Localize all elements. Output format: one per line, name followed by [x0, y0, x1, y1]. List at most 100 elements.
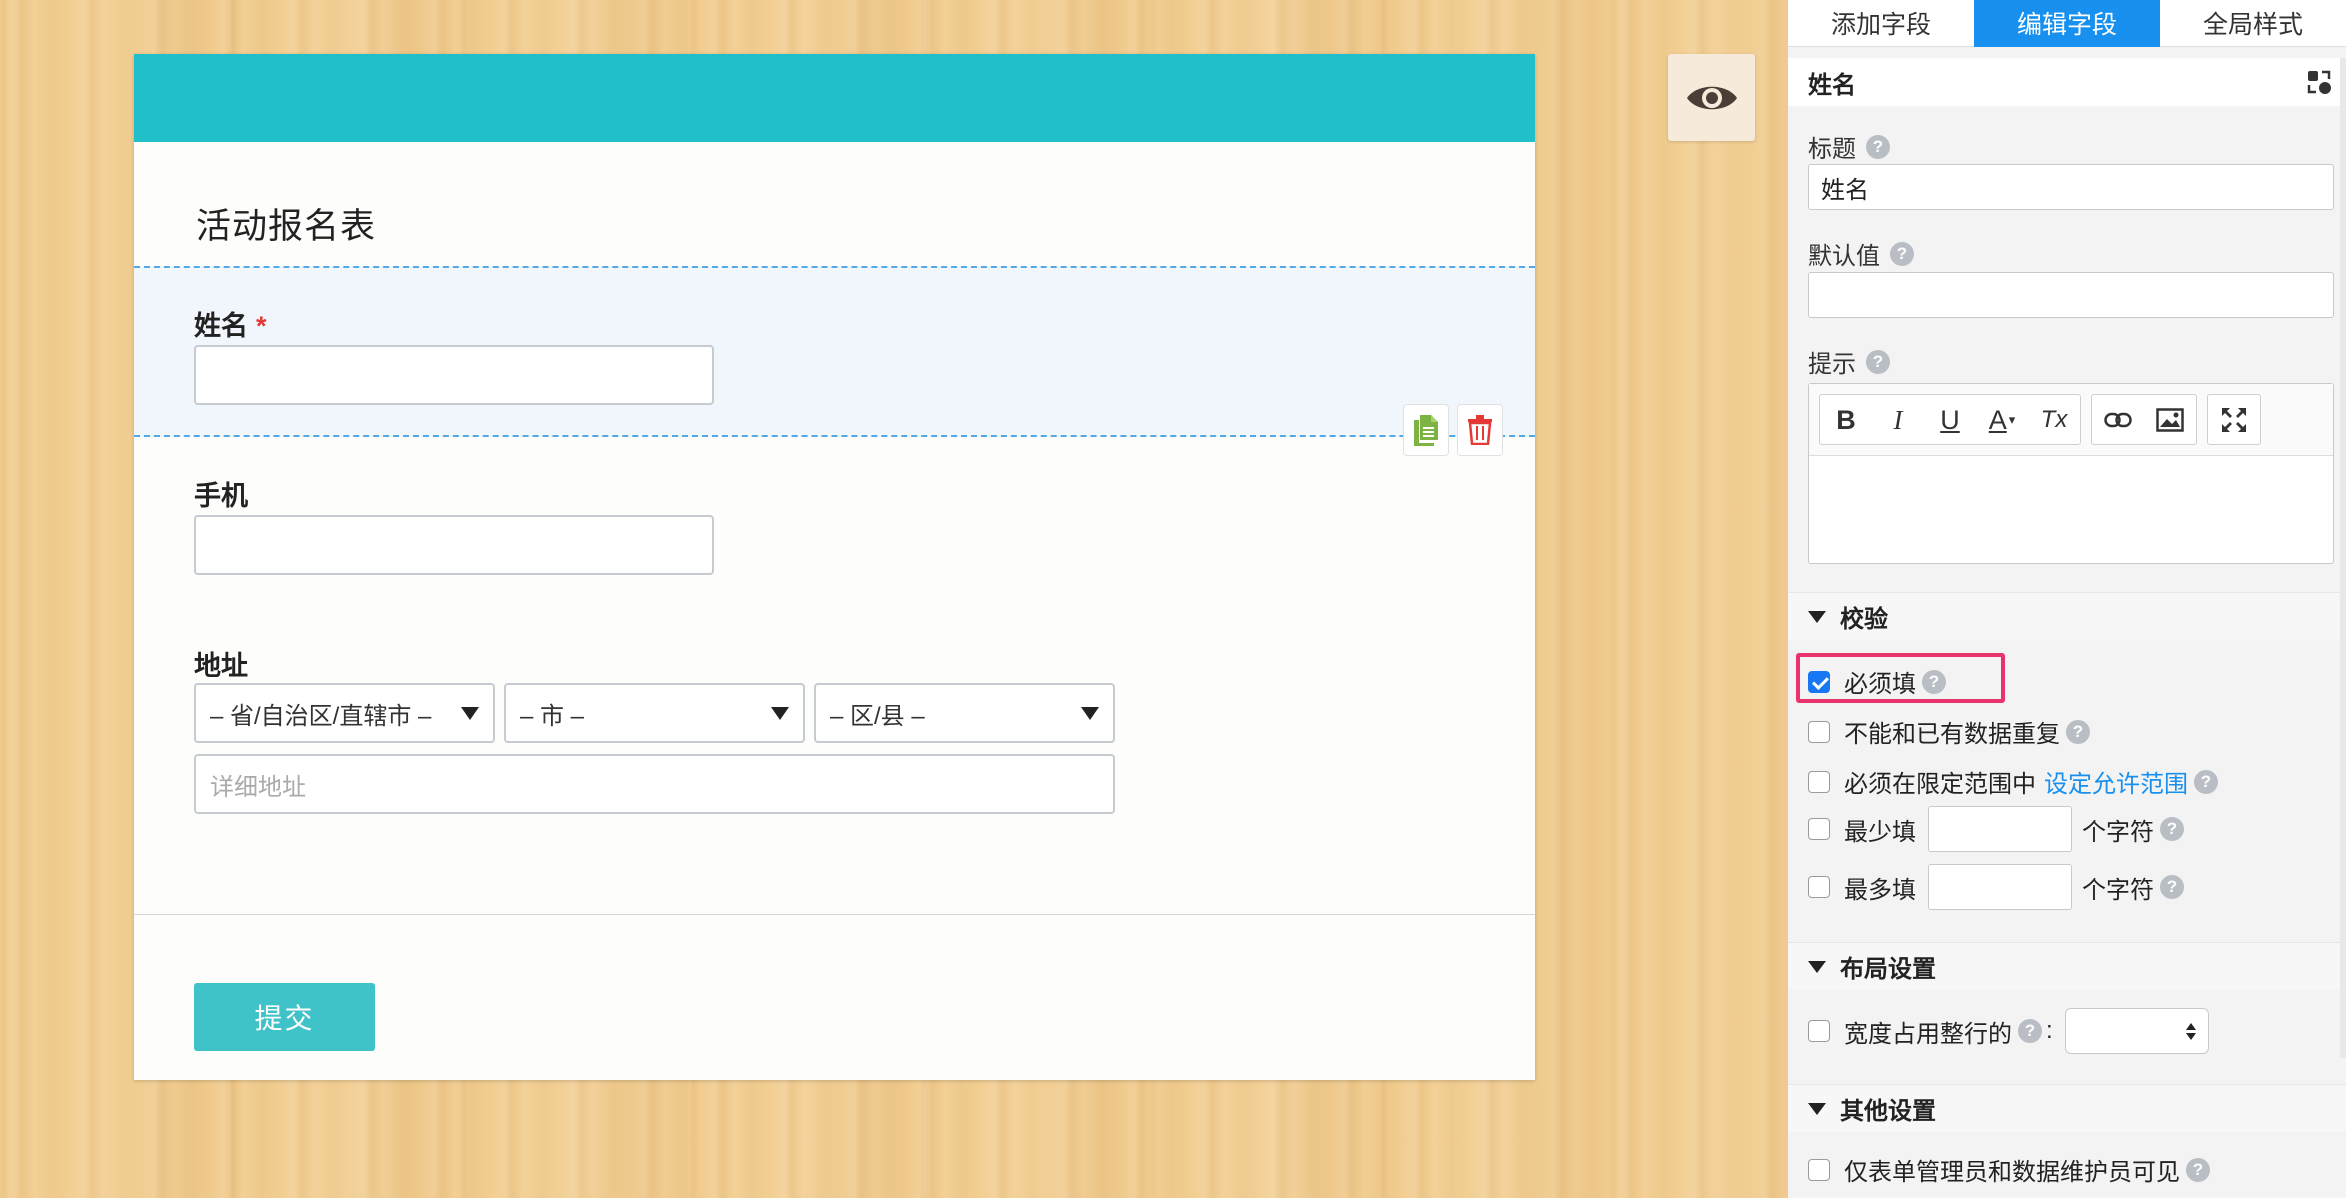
- fullscreen-button[interactable]: [2208, 395, 2260, 445]
- italic-button[interactable]: I: [1872, 395, 1924, 445]
- font-color-button[interactable]: A ▾: [1976, 395, 2028, 445]
- panel-scrollbar[interactable]: [2340, 58, 2346, 1058]
- help-icon[interactable]: ?: [2186, 1157, 2210, 1182]
- help-icon[interactable]: ?: [2160, 817, 2184, 841]
- triangle-down-icon: [1808, 960, 1826, 973]
- image-button[interactable]: [2144, 395, 2196, 445]
- min-length-input[interactable]: [1928, 806, 2072, 852]
- admin-only-checkbox[interactable]: [1808, 1158, 1830, 1181]
- city-select[interactable]: – 市 –: [504, 683, 805, 743]
- clear-format-button[interactable]: Tx: [2028, 395, 2080, 445]
- no-duplicate-option[interactable]: 不能和已有数据重复 ?: [1808, 714, 2090, 749]
- district-select[interactable]: – 区/县 –: [814, 683, 1115, 743]
- panel-tabs: 添加字段 编辑字段 全局样式: [1788, 0, 2346, 47]
- max-length-unit: 个字符: [2082, 876, 2154, 904]
- triangle-down-icon: [1808, 1102, 1826, 1115]
- field-name-label-text: 姓名: [194, 311, 248, 341]
- layout-heading: 布局设置: [1840, 956, 1936, 983]
- insert-button-group: [2091, 394, 2197, 445]
- delete-field-button[interactable]: [1457, 404, 1503, 456]
- help-icon[interactable]: ?: [2066, 719, 2090, 744]
- min-length-option[interactable]: 最少填 个字符 ?: [1808, 806, 2184, 852]
- preview-button[interactable]: [1668, 54, 1755, 141]
- link-button[interactable]: [2092, 395, 2144, 445]
- min-length-label: 最少填: [1844, 818, 1916, 846]
- detail-address-input[interactable]: 详细地址: [194, 754, 1115, 814]
- province-select[interactable]: – 省/自治区/直辖市 –: [194, 683, 495, 743]
- city-select-value: – 市 –: [520, 702, 585, 730]
- full-width-checkbox[interactable]: [1808, 1020, 1830, 1042]
- in-range-option[interactable]: 必须在限定范围中 设定允许范围 ?: [1808, 764, 2218, 799]
- width-ratio-select[interactable]: [2064, 1008, 2209, 1054]
- eye-icon: [1686, 86, 1737, 109]
- default-value-text: 默认值: [1808, 243, 1880, 270]
- link-icon: [2104, 412, 2132, 428]
- hint-rich-editor[interactable]: B I U A ▾ Tx: [1808, 383, 2334, 564]
- form-title[interactable]: 活动报名表: [196, 198, 376, 249]
- copy-field-button[interactable]: [1403, 404, 1449, 456]
- selected-field-name: 姓名: [1808, 71, 1856, 99]
- help-icon[interactable]: ?: [1890, 241, 1914, 266]
- title-input[interactable]: 姓名: [1808, 164, 2334, 210]
- max-length-input[interactable]: [1928, 864, 2072, 910]
- admin-only-label: 仅表单管理员和数据维护员可见: [1844, 1159, 2180, 1186]
- detail-address-placeholder: 详细地址: [210, 773, 306, 801]
- hint-label: 提示?: [1808, 344, 1890, 379]
- title-input-value: 姓名: [1821, 176, 1869, 204]
- field-name-header: 姓名: [1788, 58, 2346, 106]
- required-checkbox[interactable]: [1808, 670, 1830, 693]
- phone-input[interactable]: [194, 515, 714, 575]
- copy-document-icon: [1414, 415, 1438, 446]
- other-section-header[interactable]: 其他设置: [1788, 1084, 2346, 1132]
- triangle-down-icon: [1808, 610, 1826, 623]
- field-phone-label: 手机: [194, 481, 248, 511]
- max-length-checkbox[interactable]: [1808, 876, 1830, 898]
- validation-heading: 校验: [1840, 606, 1888, 633]
- title-prop-text: 标题: [1808, 136, 1856, 163]
- name-input[interactable]: [194, 345, 714, 405]
- default-value-input[interactable]: [1808, 272, 2334, 318]
- bold-button[interactable]: B: [1820, 395, 1872, 445]
- required-option[interactable]: 必须填 ?: [1808, 664, 1946, 699]
- admin-only-option[interactable]: 仅表单管理员和数据维护员可见 ?: [1808, 1152, 2210, 1187]
- help-icon[interactable]: ?: [1922, 669, 1946, 694]
- min-length-unit: 个字符: [2082, 818, 2154, 846]
- help-icon[interactable]: ?: [2018, 1019, 2042, 1043]
- max-length-option[interactable]: 最多填 个字符 ?: [1808, 864, 2184, 910]
- fullscreen-icon: [2222, 408, 2246, 432]
- help-icon[interactable]: ?: [2194, 769, 2218, 794]
- full-width-colon: :: [2046, 1017, 2053, 1044]
- tab-add-field[interactable]: 添加字段: [1788, 0, 1974, 47]
- max-length-label: 最多填: [1844, 876, 1916, 904]
- in-range-label: 必须在限定范围中: [1844, 771, 2036, 798]
- field-actions: [1403, 404, 1503, 456]
- help-icon[interactable]: ?: [2160, 875, 2184, 899]
- in-range-checkbox[interactable]: [1808, 770, 1830, 793]
- help-icon[interactable]: ?: [1866, 349, 1890, 374]
- view-button-group: [2207, 394, 2261, 445]
- chevron-down-icon: ▾: [2008, 412, 2016, 427]
- field-name-label: 姓名 *: [194, 304, 267, 343]
- validation-section-header[interactable]: 校验: [1788, 592, 2346, 640]
- help-icon[interactable]: ?: [1866, 134, 1890, 159]
- title-prop-label: 标题?: [1808, 129, 1890, 164]
- full-width-option[interactable]: 宽度占用整行的 ? :: [1808, 1008, 2209, 1054]
- trash-icon: [1468, 415, 1492, 445]
- layout-section-header[interactable]: 布局设置: [1788, 942, 2346, 990]
- set-range-link[interactable]: 设定允许范围: [2044, 764, 2188, 799]
- tab-global-style[interactable]: 全局样式: [2160, 0, 2346, 47]
- dropdown-arrow-icon: [1081, 706, 1099, 720]
- format-button-group: B I U A ▾ Tx: [1819, 394, 2081, 445]
- submit-button[interactable]: 提交: [194, 983, 375, 1051]
- hint-label-text: 提示: [1808, 351, 1856, 378]
- image-icon: [2156, 408, 2184, 432]
- min-length-checkbox[interactable]: [1808, 818, 1830, 840]
- underline-button[interactable]: U: [1924, 395, 1976, 445]
- switch-field-type-icon[interactable]: [2306, 69, 2332, 95]
- form-header-banner: [134, 54, 1535, 142]
- form-divider: [134, 914, 1535, 915]
- no-duplicate-checkbox[interactable]: [1808, 720, 1830, 743]
- tab-edit-field[interactable]: 编辑字段: [1974, 0, 2160, 47]
- other-heading: 其他设置: [1840, 1098, 1936, 1125]
- full-width-label: 宽度占用整行的: [1844, 1020, 2012, 1048]
